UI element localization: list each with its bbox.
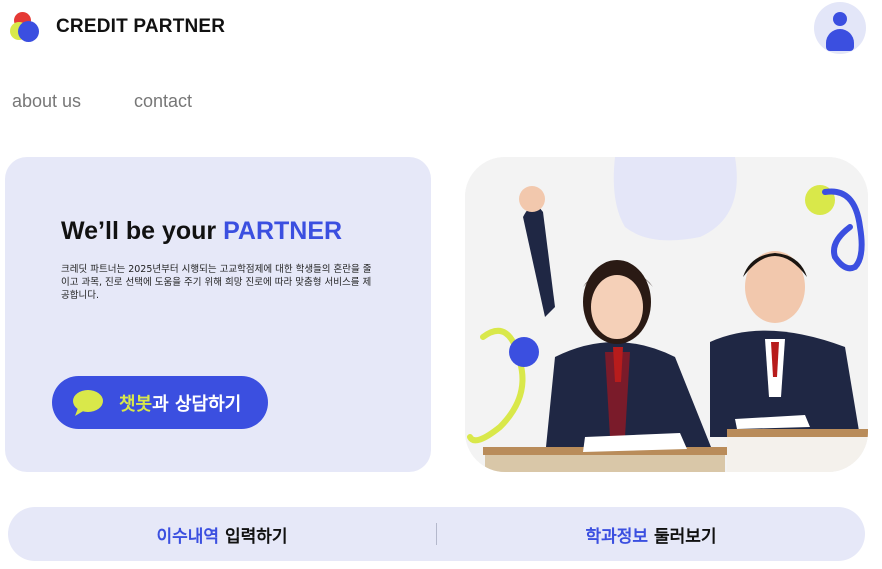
logo-icon[interactable]: [10, 12, 42, 44]
hero-card: We’ll be your PARTNER 크레딧 파트너는 2025년부터 시…: [5, 157, 431, 472]
chatbot-consult-label: 챗봇과 상담하기: [119, 390, 241, 416]
chatbot-highlight: 챗봇: [119, 394, 153, 415]
hero-title: We’ll be your PARTNER: [61, 217, 342, 246]
bottom-action-bar: 이수내역 입력하기 학과정보 둘러보기: [8, 507, 865, 561]
course-history-input-button[interactable]: 이수내역 입력하기: [8, 507, 436, 561]
department-info-rest: 둘러보기: [654, 526, 717, 547]
chat-bubble-icon: [73, 390, 103, 416]
department-info-highlight: 학과정보: [585, 526, 648, 547]
hero-title-prefix: We’ll be your: [61, 217, 224, 245]
chatbot-rest: 과 상담하기: [152, 394, 242, 415]
department-info-browse-button[interactable]: 학과정보 둘러보기: [437, 507, 865, 561]
user-icon: [833, 12, 847, 26]
hero-title-accent: PARTNER: [223, 217, 343, 245]
chatbot-consult-button[interactable]: 챗봇과 상담하기: [52, 376, 268, 429]
nav-contact-link[interactable]: contact: [134, 91, 192, 112]
course-history-rest: 입력하기: [225, 526, 288, 547]
user-icon-body: [826, 29, 854, 51]
logo-blue-circle: [18, 21, 39, 42]
nav-about-link[interactable]: about us: [12, 91, 81, 112]
students-photo: [465, 157, 868, 472]
brand-title[interactable]: CREDIT PARTNER: [56, 16, 225, 38]
course-history-highlight: 이수내역: [156, 526, 219, 547]
students-illustration: [465, 157, 868, 472]
user-avatar-button[interactable]: [814, 2, 866, 54]
hero-description: 크레딧 파트너는 2025년부터 시행되는 고교학점제에 대한 학생들의 혼란을…: [61, 264, 372, 301]
